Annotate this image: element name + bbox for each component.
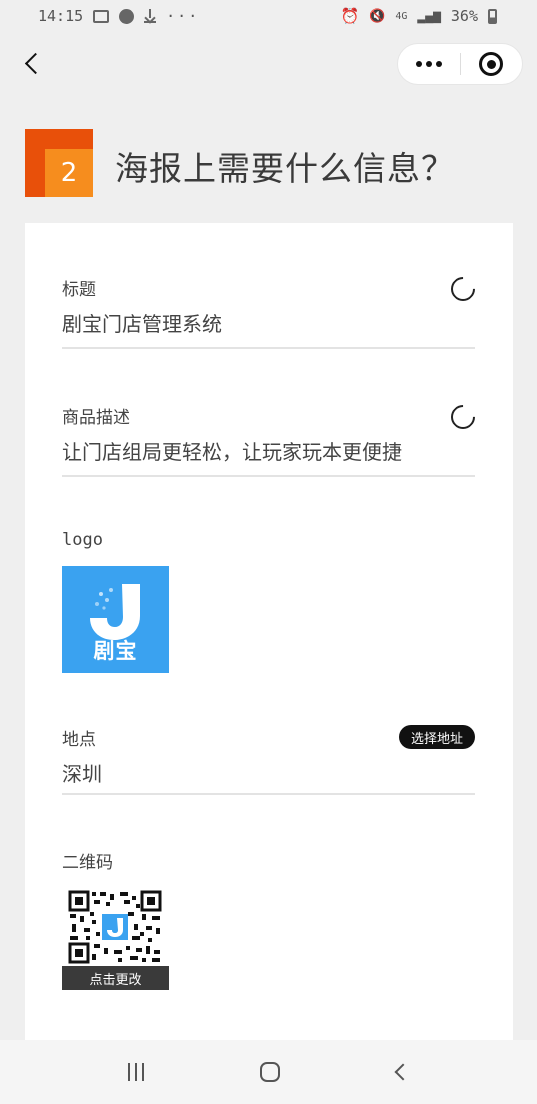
recent-bar: [135, 1063, 138, 1081]
chevron-left-icon: [24, 52, 46, 74]
logo-text: 剧宝: [93, 639, 138, 663]
qrcode-change-button[interactable]: 点击更改: [62, 966, 169, 990]
target-close-icon: [479, 52, 504, 76]
close-button[interactable]: [461, 44, 522, 84]
logo-image[interactable]: 剧宝: [62, 566, 169, 673]
back-button[interactable]: [18, 48, 46, 78]
description-underline: [62, 475, 475, 477]
description-value[interactable]: 让门店组局更轻松，让玩家玩本更便捷: [62, 436, 475, 465]
poster-info-card: 标题 剧宝门店管理系统 商品描述 让门店组局更轻松，让玩家玩本更便捷 logo …: [25, 223, 513, 1104]
more-button[interactable]: [398, 44, 460, 84]
download-icon: [144, 9, 157, 23]
step-badge: 2: [25, 129, 93, 197]
logo-j-icon: [90, 584, 140, 640]
image-icon: [93, 9, 110, 23]
title-field[interactable]: 标题 剧宝门店管理系统: [62, 272, 480, 351]
description-label: 商品描述: [62, 408, 130, 428]
select-address-button[interactable]: 选择地址: [398, 725, 475, 749]
signal-icon: ▂▄▆: [417, 8, 441, 24]
nav-back-icon[interactable]: [394, 1063, 412, 1081]
status-bar: 14:15 ··· ⏰ 🔇 4G ▂▄▆ 36%: [0, 0, 537, 32]
home-icon[interactable]: [260, 1062, 281, 1082]
menu-capsule: [397, 43, 523, 85]
description-field[interactable]: 商品描述 让门店组局更轻松，让玩家玩本更便捷: [62, 400, 480, 479]
title-underline: [62, 347, 475, 349]
status-time: 14:15: [38, 7, 84, 25]
location-field[interactable]: 地点 深圳 选择地址: [62, 725, 475, 799]
network-label: 4G: [395, 10, 408, 22]
location-value[interactable]: 深圳: [62, 758, 475, 787]
logo-field: logo 剧宝: [62, 530, 475, 680]
section-title: 海报上需要什么信息？: [115, 149, 455, 188]
mute-icon: 🔇: [369, 8, 386, 24]
qrcode-field: 二维码 点击更改: [62, 848, 475, 998]
status-right: ⏰ 🔇 4G ▂▄▆ 36%: [340, 7, 497, 25]
battery-level: 36%: [450, 7, 478, 25]
more-dots-icon: [426, 61, 432, 67]
location-underline: [62, 793, 475, 795]
logo-label: logo: [62, 530, 103, 550]
more-dots-icon: [436, 61, 442, 67]
qrcode-icon: [68, 890, 162, 964]
title-value[interactable]: 剧宝门店管理系统: [62, 308, 475, 337]
recent-apps-icon[interactable]: [128, 1063, 145, 1081]
step-number: 2: [45, 149, 93, 197]
target-dot: [486, 59, 496, 69]
recent-bar: [142, 1063, 145, 1081]
qrcode-label: 二维码: [62, 853, 113, 873]
status-left: 14:15 ···: [38, 7, 199, 25]
app-icon: [119, 8, 135, 24]
alarm-icon: ⏰: [340, 7, 360, 25]
qrcode-image[interactable]: 点击更改: [62, 888, 169, 990]
title-label: 标题: [62, 280, 96, 300]
battery-icon: [488, 8, 497, 24]
more-notifications-icon: ···: [166, 7, 200, 25]
recent-bar: [128, 1063, 131, 1081]
system-nav-bar: [0, 1040, 537, 1104]
more-dots-icon: [416, 61, 422, 67]
